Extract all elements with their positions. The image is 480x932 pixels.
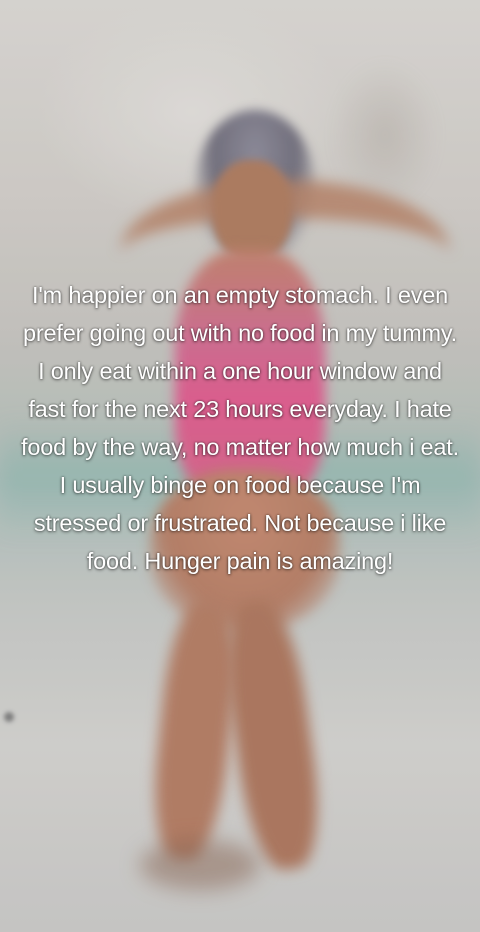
video-caption-text: I'm happier on an empty stomach. I even … bbox=[21, 282, 459, 574]
video-frame[interactable]: I'm happier on an empty stomach. I even … bbox=[0, 0, 480, 932]
